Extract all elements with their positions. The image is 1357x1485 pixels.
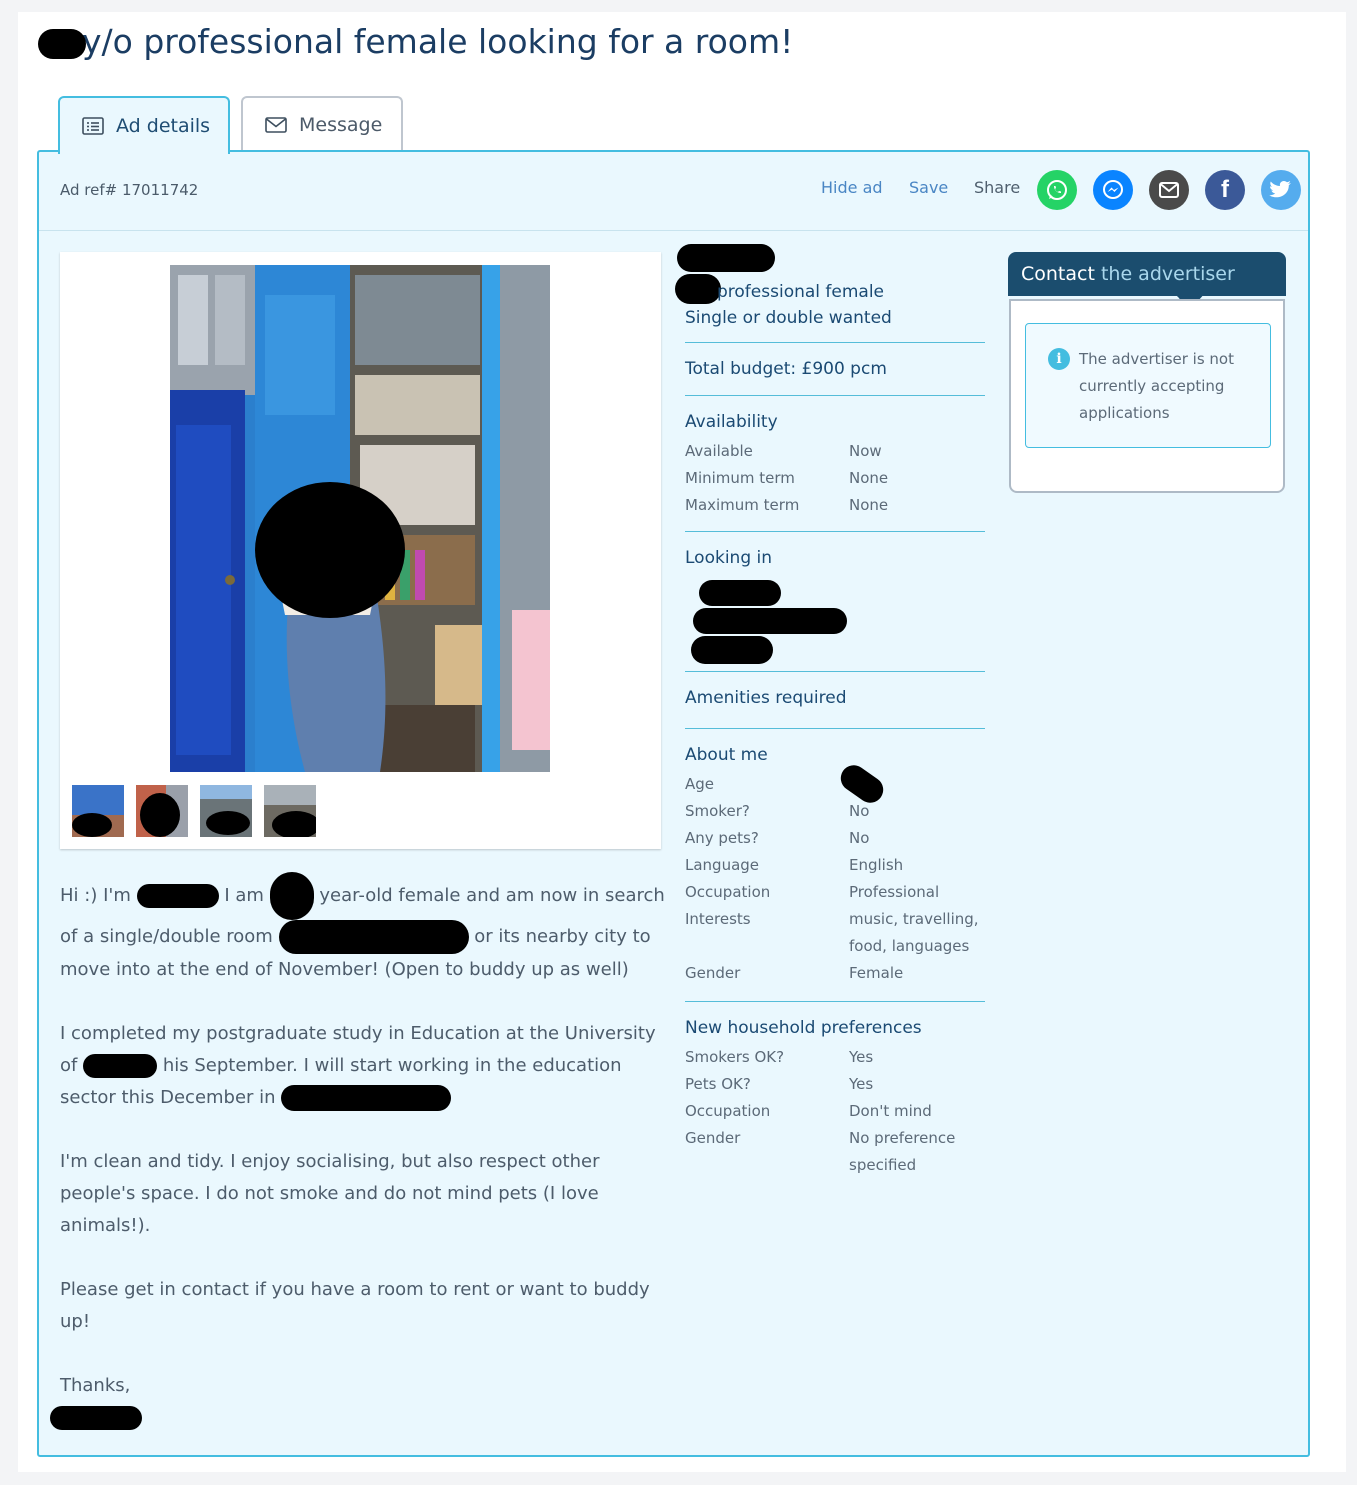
ad-panel: Ad ref# 17011742 Hide ad Save Share f Hi… xyxy=(37,150,1310,1457)
detail-row: Pets OK? Yes xyxy=(685,1075,874,1093)
thumbnail[interactable] xyxy=(136,785,188,837)
section-heading: Availability xyxy=(685,412,778,432)
list-icon xyxy=(82,117,104,135)
detail-row: Occupation Don't mind xyxy=(685,1102,932,1120)
detail-row: Interests music, travelling, food, langua… xyxy=(685,910,979,955)
description-paragraph: I completed my postgraduate study in Edu… xyxy=(60,1018,672,1114)
notice-text: The advertiser is not currently acceptin… xyxy=(1079,350,1234,422)
section-heading: Amenities required xyxy=(685,688,847,708)
household-section: New household preferences Smokers OK? Yes… xyxy=(685,1002,985,1179)
detail-row: Occupation Professional xyxy=(685,883,940,901)
redaction xyxy=(269,872,314,920)
thumbnail[interactable] xyxy=(264,785,316,837)
detail-row: Maximum term None xyxy=(685,496,889,514)
section-heading: Looking in xyxy=(685,548,773,568)
tab-label: Ad details xyxy=(116,115,211,137)
about-me-section: About me Age Smoker? No Any pets? No Langu… xyxy=(685,729,985,1002)
ad-details: professional female Single or double wan… xyxy=(675,244,985,1179)
description-paragraph: Please get in contact if you have a room… xyxy=(60,1279,650,1332)
hide-ad-link[interactable]: Hide ad xyxy=(821,178,883,197)
main-photo[interactable] xyxy=(170,265,550,772)
info-icon: i xyxy=(1048,348,1070,370)
description-paragraph: Hi :) I'm I am year-old female and am no… xyxy=(60,872,672,986)
share-label: Share xyxy=(974,178,1021,197)
thumbnail[interactable] xyxy=(200,785,252,837)
detail-row: Available Now xyxy=(685,442,882,460)
looking-in-section: Looking in xyxy=(685,532,985,672)
detail-row: Language English xyxy=(685,856,904,874)
facebook-icon[interactable]: f xyxy=(1205,170,1245,210)
amenities-section: Amenities required xyxy=(685,672,985,729)
redaction xyxy=(278,920,469,954)
section-heading: New household preferences xyxy=(685,1018,922,1038)
tab-message[interactable]: Message xyxy=(241,96,403,152)
twitter-icon[interactable] xyxy=(1261,170,1301,210)
messenger-icon[interactable] xyxy=(1093,170,1133,210)
redaction xyxy=(675,274,721,304)
detail-row: Age xyxy=(685,775,715,793)
ad-toolbar: Ad ref# 17011742 Hide ad Save Share f xyxy=(39,152,1308,231)
description-paragraph: I'm clean and tidy. I enjoy socialising,… xyxy=(60,1151,600,1236)
ad-description: Hi :) I'm I am year-old female and am no… xyxy=(50,872,672,1430)
notice-box: i The advertiser is not currently accept… xyxy=(1025,323,1271,448)
photo-gallery xyxy=(60,252,661,849)
availability-section: Availability Available Now Minimum term No… xyxy=(685,396,985,532)
redaction xyxy=(136,884,219,908)
redaction xyxy=(677,244,775,272)
budget: Total budget: £900 pcm xyxy=(685,343,985,396)
contact-header: Contact the advertiser xyxy=(1008,252,1286,312)
detail-row: Minimum term None xyxy=(685,469,889,487)
ad-reference: Ad ref# 17011742 xyxy=(60,181,199,199)
redaction xyxy=(281,1085,452,1111)
redaction xyxy=(83,1054,158,1078)
redaction xyxy=(691,636,773,664)
whatsapp-icon[interactable] xyxy=(1037,170,1077,210)
redaction xyxy=(699,580,781,606)
email-icon[interactable] xyxy=(1149,170,1189,210)
redaction xyxy=(38,28,86,59)
detail-row: Smoker? No xyxy=(685,802,870,820)
tab-label: Message xyxy=(299,114,383,136)
description-signoff: Thanks, xyxy=(60,1375,131,1396)
detail-row: Gender Female xyxy=(685,964,904,982)
contact-panel: i The advertiser is not currently accept… xyxy=(1009,299,1285,493)
detail-row: Gender No preference specified xyxy=(685,1129,956,1174)
thumbnail[interactable] xyxy=(72,785,124,837)
summary-section: professional female Single or double wan… xyxy=(675,244,985,343)
ad-title: y/o professional female looking for a ro… xyxy=(38,22,793,61)
detail-row: Any pets? No xyxy=(685,829,870,847)
page: y/o professional female looking for a ro… xyxy=(18,12,1346,1472)
summary-line: professional female xyxy=(717,282,885,302)
detail-row: Smokers OK? Yes xyxy=(685,1048,874,1066)
save-link[interactable]: Save xyxy=(909,178,948,197)
section-heading: About me xyxy=(685,745,768,765)
summary-line: Single or double wanted xyxy=(685,308,892,328)
envelope-icon xyxy=(265,117,287,133)
tab-ad-details[interactable]: Ad details xyxy=(58,96,230,154)
redaction xyxy=(50,1406,142,1430)
redaction xyxy=(693,608,847,634)
